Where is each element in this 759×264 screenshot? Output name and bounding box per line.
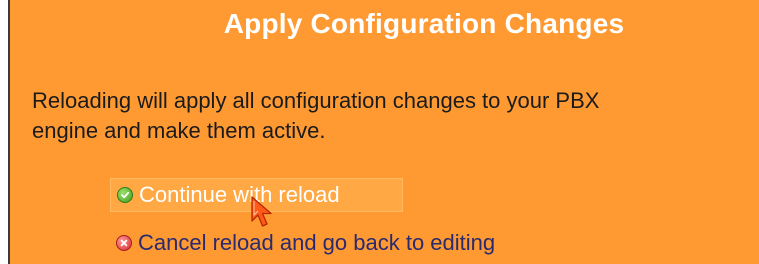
window-left-edge	[0, 0, 10, 264]
dialog-message: Reloading will apply all configuration c…	[32, 86, 759, 146]
check-circle-icon	[117, 187, 133, 203]
dialog-message-line-1: Reloading will apply all configuration c…	[32, 88, 600, 113]
cancel-reload-label: Cancel reload and go back to editing	[138, 230, 496, 255]
dialog-panel: Apply Configuration Changes Reloading wi…	[10, 0, 759, 264]
x-circle-icon	[116, 235, 132, 251]
reload-dialog: Apply Configuration Changes Reloading wi…	[0, 0, 759, 264]
dialog-message-line-2: engine and make them active.	[32, 118, 326, 143]
continue-reload-label: Continue with reload	[139, 182, 340, 207]
dialog-title: Apply Configuration Changes	[223, 8, 625, 39]
cancel-reload-link[interactable]: Cancel reload and go back to editing	[116, 226, 495, 260]
continue-reload-link[interactable]: Continue with reload	[110, 178, 403, 212]
